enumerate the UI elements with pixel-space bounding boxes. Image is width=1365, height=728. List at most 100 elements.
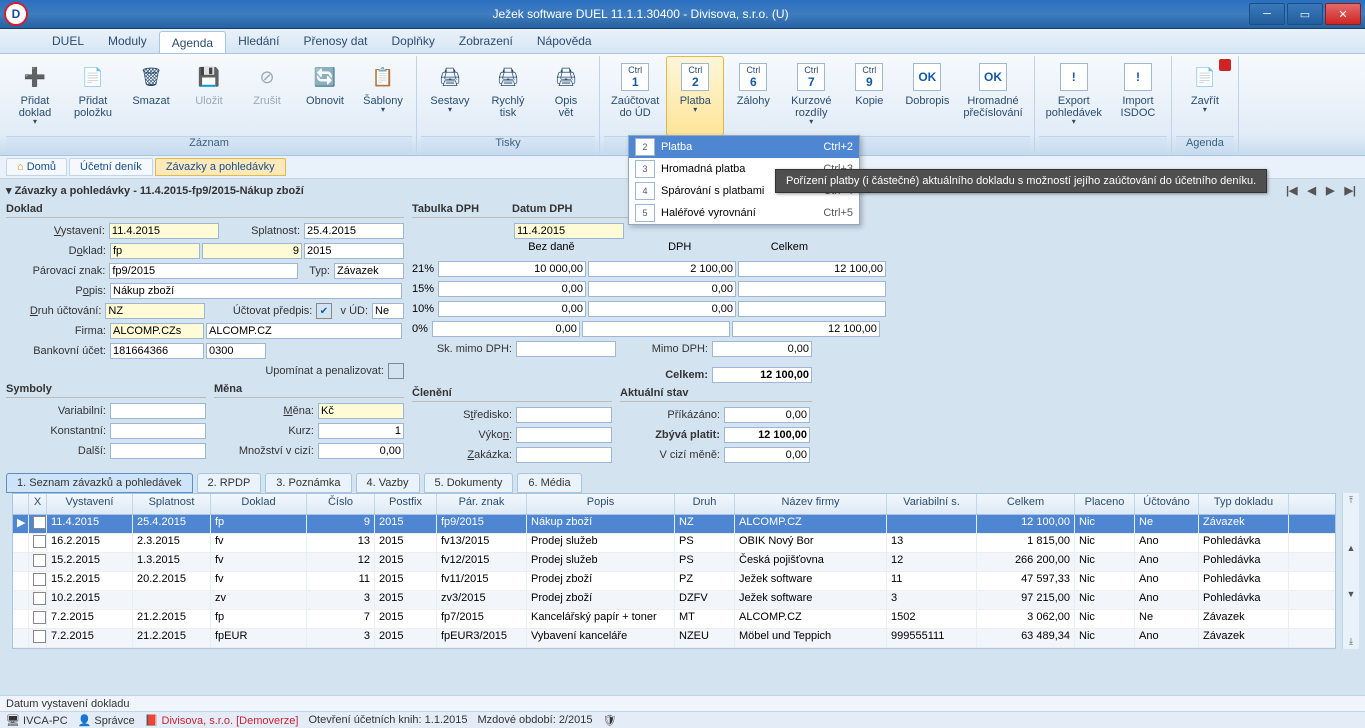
ribbon-smazat[interactable]: 🗑Smazat [122, 56, 180, 136]
maximize-button[interactable]: ▭ [1287, 3, 1323, 25]
mimo-dph[interactable] [712, 341, 812, 357]
popis-field[interactable] [110, 283, 402, 299]
menu-doplňky[interactable]: Doplňky [380, 29, 447, 53]
dalsi-field[interactable] [110, 443, 206, 459]
gh-10[interactable]: Název firmy [735, 494, 887, 514]
gh-2[interactable]: Vystavení [47, 494, 133, 514]
gh-8[interactable]: Popis [527, 494, 675, 514]
breadcrumb-2[interactable]: Závazky a pohledávky [155, 158, 286, 176]
uctpred-check[interactable]: ✔ [316, 303, 331, 319]
gh-15[interactable]: Typ dokladu [1199, 494, 1289, 514]
ribbon-rychly-tisk[interactable]: 🖨Rychlýtisk [479, 56, 537, 136]
menu-hledání[interactable]: Hledání [226, 29, 291, 53]
gtab-5[interactable]: 6. Média [517, 473, 581, 493]
ribbon-zauctovat[interactable]: Ctrl1Zaúčtovatdo ÚD [604, 56, 666, 136]
panel-dph: Tabulka DPHDatum DPHSk Bez daněDPHCelkem… [412, 201, 812, 465]
druh-field[interactable] [105, 303, 205, 319]
breadcrumb-1[interactable]: Účetní deník [69, 158, 153, 176]
firma-a[interactable] [110, 323, 204, 339]
gh-9[interactable]: Druh [675, 494, 735, 514]
ribbon-kurzove[interactable]: Ctrl7Kurzovérozdíly▾ [782, 56, 840, 136]
stredisko-field[interactable] [516, 407, 612, 423]
table-row[interactable]: ▶11.4.201525.4.2015fp92015fp9/2015Nákup … [13, 515, 1335, 534]
table-row[interactable]: 7.2.201521.2.2015fp72015fp7/2015Kancelář… [13, 610, 1335, 629]
menu-moduly[interactable]: Moduly [96, 29, 159, 53]
gh-0[interactable] [13, 494, 29, 514]
minimize-button[interactable]: ─ [1249, 3, 1285, 25]
doklad-b[interactable] [202, 243, 302, 259]
gtab-2[interactable]: 3. Poznámka [265, 473, 351, 493]
typ-field[interactable] [334, 263, 404, 279]
titlebar: D Ježek software DUEL 11.1.1.30400 - Div… [0, 0, 1365, 29]
gtab-0[interactable]: 1. Seznam závazků a pohledávek [6, 473, 193, 493]
table-row[interactable]: 16.2.20152.3.2015fv132015fv13/2015Prodej… [13, 534, 1335, 553]
gh-1[interactable]: X [29, 494, 47, 514]
table-row[interactable]: 15.2.20151.3.2015fv122015fv12/2015Prodej… [13, 553, 1335, 572]
grid-scrollbar[interactable]: ⤒▲▼⤓ [1342, 493, 1359, 649]
doklad-a[interactable] [110, 243, 200, 259]
ribbon-pridat-polozku[interactable]: 📄Přidatpoložku [64, 56, 122, 136]
gtab-4[interactable]: 5. Dokumenty [424, 473, 514, 493]
ribbon-sablony[interactable]: 📋Šablony▾ [354, 56, 412, 136]
ribbon-zavrit[interactable]: 📄Zavřít▾ [1176, 56, 1234, 136]
datum-dph[interactable] [514, 223, 624, 239]
ribbon-export[interactable]: !Exportpohledávek▾ [1039, 56, 1109, 136]
collapse-icon[interactable]: ▾ [6, 185, 15, 197]
gh-11[interactable]: Variabilní s. [887, 494, 977, 514]
gh-14[interactable]: Účtováno [1135, 494, 1199, 514]
splatnost-field[interactable] [304, 223, 404, 239]
close-button[interactable]: ✕ [1325, 3, 1361, 25]
gh-13[interactable]: Placeno [1075, 494, 1135, 514]
ribbon-import[interactable]: !ImportISDOC [1109, 56, 1167, 136]
sk-mimo[interactable] [516, 341, 616, 357]
dd-Platba[interactable]: 2PlatbaCtrl+2 [629, 136, 859, 158]
vud-field[interactable] [372, 303, 404, 319]
gh-6[interactable]: Postfix [375, 494, 437, 514]
gh-5[interactable]: Číslo [307, 494, 375, 514]
ribbon-obnovit[interactable]: 🔄Obnovit [296, 56, 354, 136]
firma-b[interactable] [206, 323, 402, 339]
gh-3[interactable]: Splatnost [133, 494, 211, 514]
gtab-3[interactable]: 4. Vazby [356, 473, 420, 493]
breadcrumb-0[interactable]: Domů [6, 158, 67, 176]
table-row[interactable]: 10.2.2015zv32015zv3/2015Prodej zbožíDZFV… [13, 591, 1335, 610]
zakazka-field[interactable] [516, 447, 612, 463]
ribbon-platba[interactable]: Ctrl2Platba▾ [666, 56, 724, 136]
ribbon-zalohy[interactable]: Ctrl6Zálohy [724, 56, 782, 136]
gh-12[interactable]: Celkem [977, 494, 1075, 514]
menu-zobrazení[interactable]: Zobrazení [447, 29, 525, 53]
ribbon-hromadne[interactable]: OKHromadnépřečíslování [956, 56, 1029, 136]
vystaveni-field[interactable] [109, 223, 219, 239]
ribbon-opis-vet[interactable]: 🖨Opisvět [537, 56, 595, 136]
gh-4[interactable]: Doklad [211, 494, 307, 514]
mena-field[interactable] [318, 403, 404, 419]
cizi-field[interactable] [724, 447, 810, 463]
menu-duel[interactable]: DUEL [40, 29, 96, 53]
mnozstvi-field[interactable] [318, 443, 404, 459]
ribbon-kopie[interactable]: Ctrl9Kopie [840, 56, 898, 136]
zbyva-field[interactable] [724, 427, 810, 443]
dd-Haléřové vyrovnání[interactable]: 5Haléřové vyrovnáníCtrl+5 [629, 202, 859, 224]
doklad-c[interactable] [304, 243, 404, 259]
vykon-field[interactable] [516, 427, 612, 443]
record-nav[interactable]: |◀◀▶▶| [1283, 184, 1359, 197]
celkem-field[interactable] [712, 367, 812, 383]
kurz-field[interactable] [318, 423, 404, 439]
ribbon-pridat-doklad[interactable]: ➕Přidatdoklad▾ [6, 56, 64, 136]
var-field[interactable] [110, 403, 206, 419]
upominat-check[interactable] [388, 363, 404, 379]
table-row[interactable]: 7.2.201521.2.2015fpEUR32015fpEUR3/2015Vy… [13, 629, 1335, 648]
ribbon-sestavy[interactable]: 🖨Sestavy▾ [421, 56, 479, 136]
gtab-1[interactable]: 2. RPDP [197, 473, 262, 493]
parznak-field[interactable] [109, 263, 298, 279]
konst-field[interactable] [110, 423, 206, 439]
bank-a[interactable] [110, 343, 204, 359]
menu-agenda[interactable]: Agenda [159, 31, 226, 53]
bank-b[interactable] [206, 343, 266, 359]
gh-7[interactable]: Pár. znak [437, 494, 527, 514]
prik-field[interactable] [724, 407, 810, 423]
menu-nápověda[interactable]: Nápověda [525, 29, 604, 53]
menu-přenosy dat[interactable]: Přenosy dat [291, 29, 379, 53]
table-row[interactable]: 15.2.201520.2.2015fv112015fv11/2015Prode… [13, 572, 1335, 591]
ribbon-dobropis[interactable]: OKDobropis [898, 56, 956, 136]
